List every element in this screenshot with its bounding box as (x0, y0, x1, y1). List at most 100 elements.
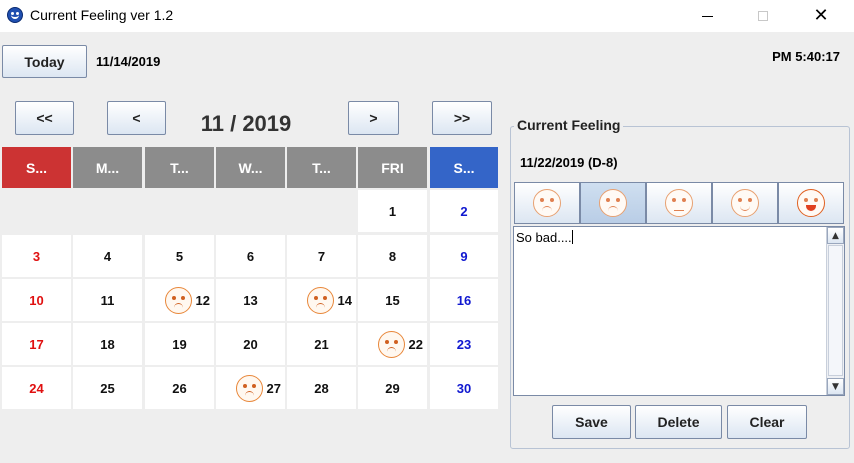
sad-face-icon (165, 287, 192, 314)
day-number: 14 (337, 292, 352, 308)
day-number: 1 (388, 203, 397, 219)
day-number: 5 (175, 248, 184, 264)
day-number: 7 (317, 248, 326, 264)
calendar-day-cell[interactable]: 17 (2, 323, 71, 365)
calendar-day-cell[interactable]: 24 (2, 367, 71, 409)
calendar-day-cell[interactable]: 3 (2, 235, 71, 277)
calendar-day-cell[interactable]: 21 (287, 323, 356, 365)
scroll-up-arrow-icon[interactable]: ▲ (827, 227, 844, 244)
day-number: 2 (460, 203, 468, 219)
day-number: 23 (456, 336, 472, 352)
day-number: 13 (243, 292, 258, 308)
calendar-day-cell[interactable]: 27 (216, 367, 285, 409)
window-title: Current Feeling ver 1.2 (30, 7, 174, 23)
next-month-button[interactable]: > (348, 101, 399, 135)
day-number: 9 (460, 248, 468, 264)
day-number: 12 (195, 292, 210, 308)
calendar-day-cell[interactable]: 7 (287, 235, 356, 277)
text-caret (571, 230, 573, 244)
calendar-day-cell[interactable]: 1 (358, 190, 427, 232)
minimize-icon (701, 15, 713, 17)
day-number: 17 (29, 336, 44, 352)
neutral-face-icon (665, 189, 693, 217)
calendar-day-cell[interactable]: 15 (358, 279, 427, 321)
day-number: 16 (456, 292, 472, 308)
day-number: 11 (100, 292, 115, 308)
clock-label: PM 5:40:17 (772, 49, 840, 64)
calendar-day-cell[interactable]: 13 (216, 279, 285, 321)
calendar-day-cell[interactable]: 8 (358, 235, 427, 277)
calendar-day-cell[interactable]: 5 (145, 235, 214, 277)
weekday-header: S... (430, 147, 498, 188)
calendar-day-cell[interactable]: 10 (2, 279, 71, 321)
calendar-day-cell[interactable]: 29 (358, 367, 427, 409)
prev-month-button[interactable]: < (107, 101, 166, 135)
day-number: 6 (246, 248, 255, 264)
scroll-track[interactable] (828, 245, 843, 376)
day-number: 10 (29, 292, 44, 308)
day-number: 19 (172, 336, 187, 352)
month-label: 11 / 2019 (200, 111, 292, 136)
day-number: 25 (100, 380, 115, 396)
calendar-day-cell[interactable]: 9 (430, 235, 498, 277)
smile-face-icon (731, 189, 759, 217)
day-number: 27 (266, 380, 281, 396)
calendar-day-cell[interactable]: 23 (430, 323, 498, 365)
prev-year-button[interactable]: << (15, 101, 74, 135)
maximize-button[interactable] (740, 0, 786, 32)
mood-happy-button[interactable] (778, 182, 844, 224)
sad-face-icon (307, 287, 334, 314)
day-number: 4 (103, 248, 112, 264)
mood-smile-button[interactable] (712, 182, 778, 224)
calendar-day-cell[interactable]: 2 (430, 190, 498, 232)
day-number: 29 (385, 380, 400, 396)
scroll-down-arrow-icon[interactable]: ▼ (827, 378, 844, 395)
calendar-day-cell[interactable]: 28 (287, 367, 356, 409)
calendar-day-cell[interactable]: 16 (430, 279, 498, 321)
close-icon: ✕ (813, 5, 829, 26)
weekday-header: M... (73, 147, 142, 188)
mood-very-sad-button[interactable] (514, 182, 580, 224)
calendar-day-cell[interactable]: 14 (287, 279, 356, 321)
sad-face-icon (236, 375, 263, 402)
day-number: 18 (100, 336, 115, 352)
calendar-day-cell[interactable]: 30 (430, 367, 498, 409)
calendar-day-cell[interactable]: 4 (73, 235, 142, 277)
calendar-day-cell[interactable]: 20 (216, 323, 285, 365)
clear-button[interactable]: Clear (727, 405, 807, 439)
weekday-header: T... (145, 147, 214, 188)
save-button[interactable]: Save (552, 405, 631, 439)
close-button[interactable]: ✕ (798, 0, 844, 32)
mood-neutral-button[interactable] (646, 182, 712, 224)
calendar-day-cell[interactable]: 25 (73, 367, 142, 409)
weekday-header: T... (287, 147, 356, 188)
today-date: 11/14/2019 (96, 54, 161, 69)
weekday-header: FRI (358, 147, 427, 188)
minimize-button[interactable] (684, 0, 730, 32)
calendar-day-cell[interactable]: 12 (145, 279, 214, 321)
calendar-day-cell[interactable]: 19 (145, 323, 214, 365)
mood-sad-button[interactable] (580, 182, 646, 224)
sad-face-icon (599, 189, 627, 217)
feeling-note-textarea[interactable]: So bad.... ▲ ▼ (513, 226, 845, 396)
vertical-scrollbar[interactable]: ▲ ▼ (826, 227, 844, 395)
happy-face-icon (797, 189, 825, 217)
next-year-button[interactable]: >> (432, 101, 492, 135)
day-number: 22 (408, 336, 423, 352)
day-number: 26 (172, 380, 187, 396)
day-number: 30 (456, 380, 472, 396)
day-number: 21 (314, 336, 329, 352)
weekday-header: W... (216, 147, 285, 188)
day-number: 28 (314, 380, 329, 396)
calendar-day-cell[interactable]: 22 (358, 323, 427, 365)
delete-button[interactable]: Delete (635, 405, 722, 439)
calendar-day-cell[interactable]: 18 (73, 323, 142, 365)
calendar-day-cell[interactable]: 6 (216, 235, 285, 277)
calendar-day-cell[interactable]: 26 (145, 367, 214, 409)
day-number: 15 (385, 292, 400, 308)
today-button[interactable]: Today (2, 45, 87, 78)
day-number: 20 (243, 336, 258, 352)
calendar-day-cell[interactable]: 11 (73, 279, 142, 321)
day-number: 24 (29, 380, 44, 396)
selected-date-label: 11/22/2019 (D-8) (520, 155, 618, 170)
